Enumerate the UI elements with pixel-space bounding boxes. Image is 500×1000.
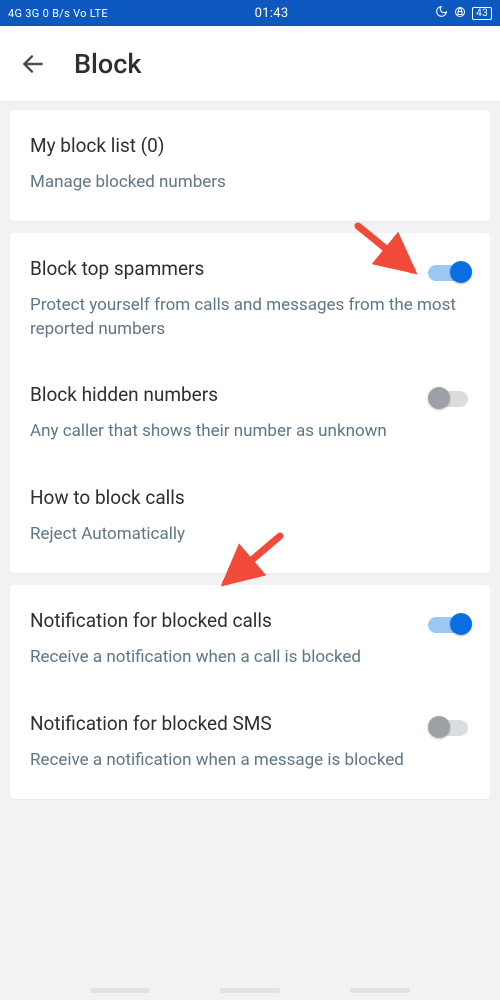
card-block-options: Block top spammers Protect yourself from… [10, 233, 490, 573]
row-title: Block top spammers [30, 257, 470, 280]
back-icon[interactable] [20, 51, 46, 77]
lock-icon [454, 6, 466, 21]
nav-bar [0, 980, 500, 1000]
row-block-hidden-numbers[interactable]: Block hidden numbers Any caller that sho… [10, 363, 490, 466]
toggle-hidden-numbers[interactable] [428, 387, 472, 409]
status-left: 4G 3G 0 B/s Vo LTE [8, 7, 108, 20]
toggle-top-spammers[interactable] [428, 261, 472, 283]
row-subtitle: Receive a notification when a call is bl… [30, 646, 470, 670]
toggle-thumb [450, 613, 472, 635]
status-right: 43 [435, 5, 492, 21]
signal-text: 4G 3G 0 B/s Vo LTE [8, 7, 108, 20]
nav-home[interactable] [220, 988, 280, 993]
status-bar: 4G 3G 0 B/s Vo LTE 01:43 43 [0, 0, 500, 26]
nav-recent[interactable] [90, 988, 150, 993]
row-title: Notification for blocked SMS [30, 712, 470, 735]
row-subtitle: Receive a notification when a message is… [30, 749, 470, 773]
app-bar: Block [0, 26, 500, 102]
row-notif-calls[interactable]: Notification for blocked calls Receive a… [10, 589, 490, 692]
row-subtitle: Any caller that shows their number as un… [30, 420, 470, 444]
card-notifications: Notification for blocked calls Receive a… [10, 585, 490, 799]
page-title: Block [74, 48, 141, 80]
row-my-block-list[interactable]: My block list (0) Manage blocked numbers [10, 114, 490, 217]
row-notif-sms[interactable]: Notification for blocked SMS Receive a n… [10, 692, 490, 795]
row-title: Block hidden numbers [30, 383, 470, 406]
toggle-thumb [428, 716, 450, 738]
row-block-top-spammers[interactable]: Block top spammers Protect yourself from… [10, 237, 490, 364]
nav-back[interactable] [350, 988, 410, 993]
toggle-notif-sms[interactable] [428, 716, 472, 738]
toggle-notif-calls[interactable] [428, 613, 472, 635]
battery-indicator: 43 [472, 7, 492, 20]
row-subtitle: Protect yourself from calls and messages… [30, 294, 470, 342]
content: My block list (0) Manage blocked numbers… [0, 102, 500, 799]
card-blocklist: My block list (0) Manage blocked numbers [10, 110, 490, 221]
moon-icon [435, 5, 448, 21]
clock: 01:43 [255, 6, 289, 21]
toggle-thumb [450, 261, 472, 283]
row-title: How to block calls [30, 486, 470, 509]
row-title: My block list (0) [30, 134, 470, 157]
row-subtitle: Manage blocked numbers [30, 171, 470, 195]
row-how-to-block[interactable]: How to block calls Reject Automatically [10, 466, 490, 569]
row-subtitle: Reject Automatically [30, 523, 470, 547]
row-title: Notification for blocked calls [30, 609, 470, 632]
